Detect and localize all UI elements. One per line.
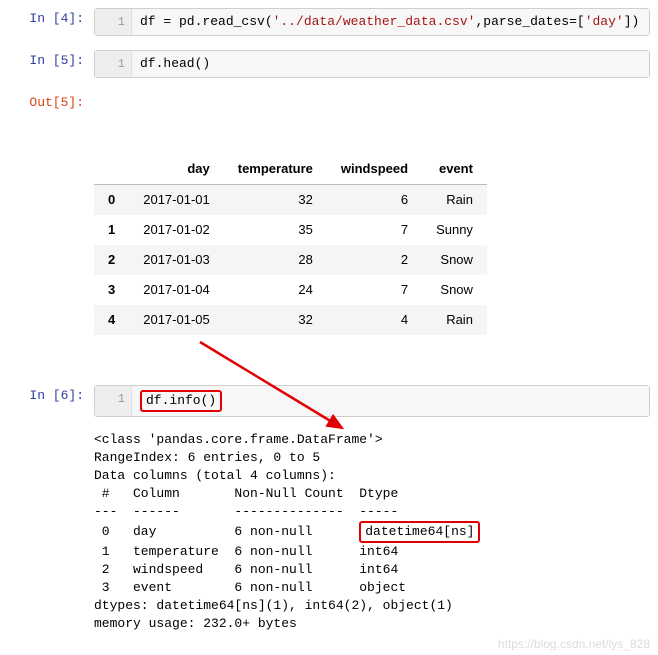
cell-in-5: In [5]: 1 df.head() bbox=[8, 50, 650, 78]
highlight-dtype: datetime64[ns] bbox=[359, 521, 480, 543]
cell-in-6: In [6]: 1 df.info() bbox=[8, 385, 650, 417]
table-row: 3 2017-01-04 24 7 Snow bbox=[94, 275, 487, 305]
col-temperature: temperature bbox=[224, 154, 327, 185]
col-day: day bbox=[129, 154, 224, 185]
table-row: 4 2017-01-05 32 4 Rain bbox=[94, 305, 487, 335]
cell-out-5-body: day temperature windspeed event 0 2017-0… bbox=[8, 118, 650, 371]
code-5[interactable]: df.head() bbox=[132, 51, 649, 77]
col-windspeed: windspeed bbox=[327, 154, 422, 185]
highlight-info-call: df.info() bbox=[140, 390, 222, 412]
input-4[interactable]: 1 df = pd.read_csv('../data/weather_data… bbox=[94, 8, 650, 36]
prompt-in-5: In [5]: bbox=[8, 50, 94, 72]
gutter-5: 1 bbox=[95, 51, 132, 77]
cell-out-6: <class 'pandas.core.frame.DataFrame'> Ra… bbox=[8, 431, 650, 633]
gutter-6: 1 bbox=[95, 386, 132, 416]
prompt-in-4: In [4]: bbox=[8, 8, 94, 30]
table-row: 0 2017-01-01 32 6 Rain bbox=[94, 185, 487, 216]
code-6[interactable]: df.info() bbox=[132, 386, 649, 416]
table-row: 2 2017-01-03 28 2 Snow bbox=[94, 245, 487, 275]
code-4[interactable]: df = pd.read_csv('../data/weather_data.c… bbox=[132, 9, 649, 35]
table-row: 1 2017-01-02 35 7 Sunny bbox=[94, 215, 487, 245]
prompt-out-5: Out[5]: bbox=[8, 92, 94, 114]
cell-in-4: In [4]: 1 df = pd.read_csv('../data/weat… bbox=[8, 8, 650, 36]
output-5: day temperature windspeed event 0 2017-0… bbox=[94, 118, 650, 371]
watermark: https://blog.csdn.net/lys_828 bbox=[498, 637, 650, 651]
input-6[interactable]: 1 df.info() bbox=[94, 385, 650, 417]
cell-out-5: Out[5]: bbox=[8, 92, 650, 114]
dataframe: day temperature windspeed event 0 2017-0… bbox=[94, 154, 487, 335]
col-event: event bbox=[422, 154, 487, 185]
gutter-4: 1 bbox=[95, 9, 132, 35]
input-5[interactable]: 1 df.head() bbox=[94, 50, 650, 78]
col-idx bbox=[94, 154, 129, 185]
output-6: <class 'pandas.core.frame.DataFrame'> Ra… bbox=[94, 431, 650, 633]
table-header-row: day temperature windspeed event bbox=[94, 154, 487, 185]
prompt-in-6: In [6]: bbox=[8, 385, 94, 407]
